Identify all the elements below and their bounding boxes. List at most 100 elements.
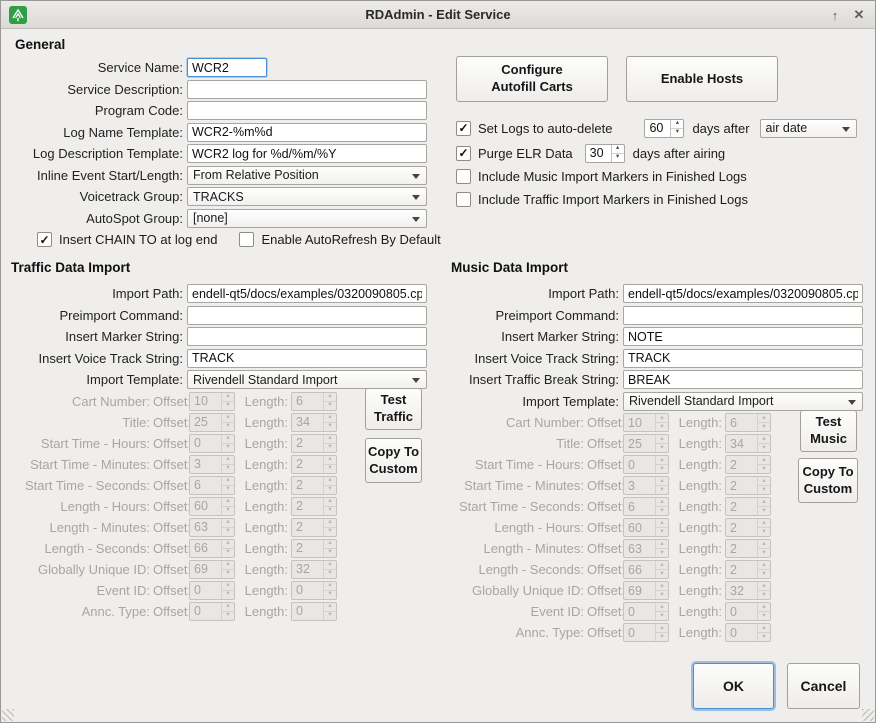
log-name-template-input[interactable] xyxy=(187,123,427,142)
spin-down-icon[interactable]: ▾ xyxy=(671,129,683,137)
spin-up-icon: ▴ xyxy=(758,477,770,486)
include-traffic-markers-checkbox[interactable]: Include Traffic Import Markers in Finish… xyxy=(456,192,748,207)
purge-elr-days-spinbox[interactable]: 30 ▴▾ xyxy=(585,144,625,163)
length-spinbox: 6▴▾ xyxy=(291,392,337,411)
music-insert-voice-track-row: Insert Voice Track String: xyxy=(451,348,795,370)
test-music-button[interactable]: Test Music xyxy=(800,410,857,452)
spin-up-icon: ▴ xyxy=(758,498,770,507)
length-spinbox: 6▴▾ xyxy=(725,413,771,432)
spin-up-icon: ▴ xyxy=(758,582,770,591)
titlebar[interactable]: RDAdmin - Edit Service ↑ ✕ xyxy=(1,1,875,29)
spin-down-icon: ▾ xyxy=(324,528,336,536)
spin-up-icon[interactable]: ▴ xyxy=(671,120,683,129)
window-title: RDAdmin - Edit Service xyxy=(1,1,875,29)
music-copy-to-custom-button[interactable]: Copy To Custom xyxy=(798,458,858,503)
close-icon[interactable]: ✕ xyxy=(847,1,871,29)
music-import-path-input[interactable] xyxy=(623,284,863,303)
spin-up-icon: ▴ xyxy=(324,414,336,423)
music-row-annc-type: Annc. Type: Offset: 0▴▾ Length: 0▴▾ xyxy=(451,622,795,643)
spin-up-icon: ▴ xyxy=(656,624,668,633)
resize-grip-left[interactable] xyxy=(2,709,14,721)
spin-down-icon: ▾ xyxy=(758,486,770,494)
spin-down-icon: ▾ xyxy=(222,444,234,452)
music-import-template-combobox[interactable]: Rivendell Standard Import xyxy=(623,392,863,411)
import-path-label: Import Path: xyxy=(11,286,187,301)
chevron-down-icon xyxy=(412,195,420,200)
length-spinbox: 2▴▾ xyxy=(725,518,771,537)
traffic-section-title: Traffic Data Import xyxy=(11,260,130,275)
offset-spinbox: 69▴▾ xyxy=(189,560,235,579)
traffic-import-template-row: Import Template: Rivendell Standard Impo… xyxy=(11,369,361,391)
length-spinbox: 0▴▾ xyxy=(725,623,771,642)
offset-spinbox: 3▴▾ xyxy=(189,455,235,474)
music-import-template-row: Import Template: Rivendell Standard Impo… xyxy=(451,391,795,413)
music-preimport-command-input[interactable] xyxy=(623,306,863,325)
offset-spinbox: 10▴▾ xyxy=(623,413,669,432)
auto-delete-days-spinbox[interactable]: 60 ▴▾ xyxy=(644,119,684,138)
spin-down-icon: ▾ xyxy=(222,423,234,431)
traffic-import-path-input[interactable] xyxy=(187,284,427,303)
spin-up-icon: ▴ xyxy=(324,582,336,591)
music-row-start-time-seconds: Start Time - Seconds: Offset: 6▴▾ Length… xyxy=(451,496,795,517)
insert-voice-track-string-label: Insert Voice Track String: xyxy=(451,351,623,366)
enable-autorefresh-checkbox[interactable]: Enable AutoRefresh By Default xyxy=(239,232,440,247)
spin-up-icon: ▴ xyxy=(656,603,668,612)
configure-autofill-carts-button[interactable]: Configure Autofill Carts xyxy=(456,56,608,102)
program-code-input[interactable] xyxy=(187,101,427,120)
spin-down-icon: ▾ xyxy=(656,528,668,536)
music-insert-marker-string-input[interactable] xyxy=(623,327,863,346)
test-traffic-button[interactable]: Test Traffic xyxy=(365,388,422,430)
spin-up-icon: ▴ xyxy=(656,582,668,591)
length-spinbox: 0▴▾ xyxy=(291,581,337,600)
traffic-copy-to-custom-button[interactable]: Copy To Custom xyxy=(365,438,422,483)
music-insert-traffic-break-string-input[interactable] xyxy=(623,370,863,389)
spin-up-icon: ▴ xyxy=(758,603,770,612)
spin-up-icon: ▴ xyxy=(324,540,336,549)
music-insert-voice-track-string-input[interactable] xyxy=(623,349,863,368)
length-spinbox: 2▴▾ xyxy=(725,497,771,516)
voicetrack-group-combobox[interactable]: TRACKS xyxy=(187,187,427,206)
insert-chain-to-checkbox[interactable]: ✓ Insert CHAIN TO at log end xyxy=(37,232,217,247)
traffic-insert-voice-track-string-input[interactable] xyxy=(187,349,427,368)
spin-down-icon: ▾ xyxy=(222,465,234,473)
service-name-input[interactable] xyxy=(187,58,267,77)
shade-up-icon[interactable]: ↑ xyxy=(823,1,847,29)
length-spinbox: 32▴▾ xyxy=(725,581,771,600)
general-section-title: General xyxy=(15,37,65,52)
voicetrack-group-row: Voicetrack Group: TRACKS xyxy=(11,186,449,208)
ok-button[interactable]: OK xyxy=(693,663,774,709)
voicetrack-group-label: Voicetrack Group: xyxy=(11,189,187,204)
include-music-markers-checkbox[interactable]: Include Music Import Markers in Finished… xyxy=(456,169,747,184)
enable-hosts-button[interactable]: Enable Hosts xyxy=(626,56,778,102)
auto-delete-checkbox[interactable]: ✓ Set Logs to auto-delete xyxy=(456,121,612,136)
length-spinbox: 2▴▾ xyxy=(291,497,337,516)
auto-delete-reference-combobox[interactable]: air date xyxy=(760,119,857,138)
cancel-button[interactable]: Cancel xyxy=(787,663,860,709)
traffic-insert-marker-row: Insert Marker String: xyxy=(11,326,361,348)
spin-down-icon[interactable]: ▾ xyxy=(612,154,624,162)
spin-up-icon: ▴ xyxy=(222,456,234,465)
spin-up-icon: ▴ xyxy=(324,603,336,612)
traffic-import-template-combobox[interactable]: Rivendell Standard Import xyxy=(187,370,427,389)
import-path-label: Import Path: xyxy=(451,286,623,301)
traffic-insert-marker-string-input[interactable] xyxy=(187,327,427,346)
insert-traffic-break-string-label: Insert Traffic Break String: xyxy=(451,372,623,387)
log-description-template-input[interactable] xyxy=(187,144,427,163)
edit-service-dialog: RDAdmin - Edit Service ↑ ✕ General Servi… xyxy=(0,0,876,723)
service-description-input[interactable] xyxy=(187,80,427,99)
spin-down-icon: ▾ xyxy=(656,570,668,578)
inline-event-start-length-combobox[interactable]: From Relative Position xyxy=(187,166,427,185)
traffic-preimport-command-input[interactable] xyxy=(187,306,427,325)
spin-up-icon: ▴ xyxy=(758,519,770,528)
spin-up-icon: ▴ xyxy=(656,456,668,465)
spin-up-icon: ▴ xyxy=(324,519,336,528)
preimport-command-label: Preimport Command: xyxy=(11,308,187,323)
spin-up-icon[interactable]: ▴ xyxy=(612,145,624,154)
resize-grip-right[interactable] xyxy=(862,709,874,721)
autospot-group-combobox[interactable]: [none] xyxy=(187,209,427,228)
purge-elr-checkbox[interactable]: ✓ Purge ELR Data xyxy=(456,146,573,161)
spin-down-icon: ▾ xyxy=(758,465,770,473)
spin-up-icon: ▴ xyxy=(758,456,770,465)
chevron-down-icon xyxy=(412,378,420,383)
program-code-label: Program Code: xyxy=(11,103,187,118)
